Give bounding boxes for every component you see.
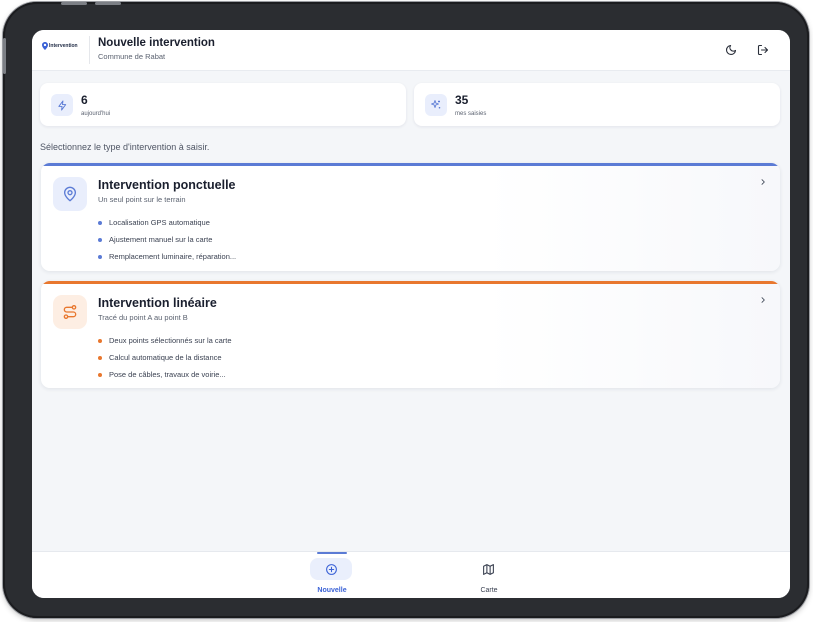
feature-text: Localisation GPS automatique — [109, 218, 210, 227]
tablet-frame: Intervention Nouvelle intervention Commu… — [3, 2, 809, 618]
app-logo: Intervention — [42, 42, 78, 50]
stat-label: aujourd'hui — [81, 111, 111, 117]
feature-text: Calcul automatique de la distance — [109, 353, 222, 362]
feature-item: Remplacement luminaire, réparation... — [98, 248, 236, 265]
nav-item-nouvelle[interactable]: Nouvelle — [297, 552, 367, 598]
type-subtitle: Un seul point sur le terrain — [98, 195, 186, 204]
feature-item: Localisation GPS automatique — [98, 214, 236, 231]
feature-item: Deux points sélectionnés sur la carte — [98, 332, 232, 349]
stat-icon-box — [425, 94, 447, 116]
type-icon-box — [53, 177, 87, 211]
stat-label: mes saisies — [455, 111, 487, 117]
type-title: Intervention linéaire — [98, 296, 217, 310]
stat-card-today: 6 aujourd'hui — [40, 83, 406, 126]
hardware-button — [3, 38, 6, 74]
page-title: Nouvelle intervention — [98, 37, 215, 49]
active-indicator — [317, 552, 347, 554]
feature-item: Ajustement manuel sur la carte — [98, 231, 236, 248]
feature-item: Pose de câbles, travaux de voirie... — [98, 366, 232, 383]
feature-text: Ajustement manuel sur la carte — [109, 235, 213, 244]
stat-value: 6 — [81, 93, 88, 107]
chevron-right-icon — [758, 295, 768, 305]
nav-item-carte[interactable]: Carte — [454, 552, 524, 598]
plus-circle-icon — [325, 563, 337, 575]
stat-card-my-entries: 35 mes saisies — [414, 83, 780, 126]
hardware-button — [61, 2, 87, 5]
nav-icon-pill — [310, 558, 352, 580]
type-title: Intervention ponctuelle — [98, 178, 236, 192]
instruction-text: Sélectionnez le type d'intervention à sa… — [40, 142, 210, 152]
map-icon — [482, 563, 494, 575]
hardware-button — [95, 2, 121, 5]
page-subtitle: Commune de Rabat — [98, 52, 166, 61]
app-screen: Intervention Nouvelle intervention Commu… — [32, 30, 790, 598]
logo-text: Intervention — [49, 43, 78, 49]
card-accent-bar — [41, 163, 780, 166]
bullet-dot — [98, 338, 102, 343]
chevron-right-icon — [758, 177, 768, 187]
moon-icon — [725, 44, 737, 56]
stat-value: 35 — [455, 93, 469, 107]
theme-toggle-button[interactable] — [721, 40, 741, 60]
type-card-lineaire[interactable]: Intervention linéaire Tracé du point A a… — [41, 281, 780, 388]
card-accent-bar — [41, 281, 780, 284]
bullet-dot — [98, 254, 102, 259]
bullet-dot — [98, 220, 102, 225]
feature-list: Deux points sélectionnés sur la carte Ca… — [98, 332, 232, 383]
nav-label: Nouvelle — [317, 587, 347, 594]
type-icon-box — [53, 295, 87, 329]
feature-text: Pose de câbles, travaux de voirie... — [109, 370, 226, 379]
stat-icon-box — [51, 94, 73, 116]
type-card-ponctuelle[interactable]: Intervention ponctuelle Un seul point su… — [41, 163, 780, 271]
feature-text: Remplacement luminaire, réparation... — [109, 252, 237, 261]
logout-button[interactable] — [753, 40, 773, 60]
nav-label: Carte — [480, 587, 498, 594]
nav-icon-pill — [467, 558, 509, 580]
bullet-dot — [98, 355, 102, 360]
feature-item: Calcul automatique de la distance — [98, 349, 232, 366]
type-subtitle: Tracé du point A au point B — [98, 313, 188, 322]
header-divider — [89, 36, 90, 64]
map-pin-icon — [64, 186, 76, 202]
bolt-icon — [57, 99, 66, 111]
feature-list: Localisation GPS automatique Ajustement … — [98, 214, 236, 265]
logo-pin-icon — [42, 42, 48, 50]
bullet-dot — [98, 237, 102, 242]
route-icon — [63, 305, 77, 319]
bullet-dot — [98, 372, 102, 377]
sparkle-icon — [431, 100, 441, 109]
feature-text: Deux points sélectionnés sur la carte — [109, 336, 232, 345]
app-header: Intervention Nouvelle intervention Commu… — [32, 30, 790, 71]
logout-icon — [757, 44, 769, 56]
bottom-nav: Nouvelle Carte — [32, 551, 790, 598]
